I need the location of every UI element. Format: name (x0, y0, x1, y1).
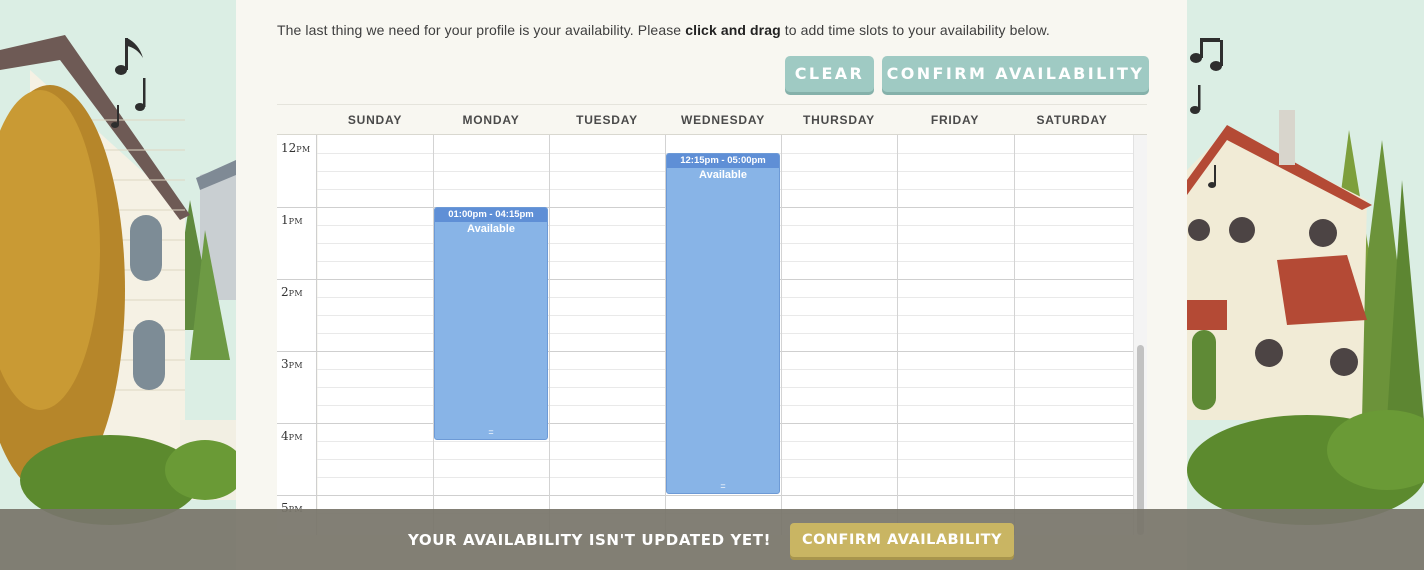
unsaved-changes-bar: YOUR AVAILABILITY ISN'T UPDATED YET! CON… (0, 509, 1424, 570)
day-divider (781, 135, 782, 535)
availability-event-monday[interactable]: 01:00pm - 04:15pm Available = (434, 207, 548, 440)
hour-number: 1 (281, 213, 289, 227)
event-time-range: 12:15pm - 05:00pm (667, 154, 779, 168)
event-time-range: 01:00pm - 04:15pm (435, 208, 547, 222)
hour-label-4pm: 4PM (281, 429, 303, 443)
left-scenery-illustration (0, 0, 236, 570)
intro-text-start: The last thing we need for your profile … (277, 22, 686, 38)
hour-label-2pm: 2PM (281, 285, 303, 299)
calendar-header: SUNDAY MONDAY TUESDAY WEDNESDAY THURSDAY… (277, 104, 1147, 134)
hour-number: 12 (281, 141, 297, 155)
bottom-confirm-availability-button[interactable]: CONFIRM AVAILABILITY (790, 523, 1014, 557)
time-divider (277, 279, 317, 280)
clear-button[interactable]: CLEAR (785, 56, 874, 92)
hour-number: 2 (281, 285, 289, 299)
intro-text-end: to add time slots to your availability b… (780, 22, 1050, 38)
hour-suffix: PM (288, 433, 303, 442)
resize-handle[interactable]: = (667, 482, 779, 491)
hour-line (317, 495, 1133, 496)
hour-suffix: PM (288, 289, 303, 298)
unsaved-changes-message: YOUR AVAILABILITY ISN'T UPDATED YET! (408, 531, 772, 549)
day-header-wednesday: WEDNESDAY (680, 113, 766, 127)
day-header-sunday: SUNDAY (347, 113, 403, 127)
intro-text: The last thing we need for your profile … (277, 22, 1050, 38)
hour-label-1pm: 1PM (281, 213, 303, 227)
hour-label-12pm: 12PM (281, 141, 310, 155)
hour-suffix: PM (296, 145, 311, 154)
availability-panel: The last thing we need for your profile … (236, 0, 1187, 570)
day-header-monday: MONDAY (462, 113, 520, 127)
event-title: Available (699, 169, 747, 181)
event-title: Available (467, 223, 515, 235)
day-divider (897, 135, 898, 535)
hour-suffix: PM (288, 217, 303, 226)
time-divider (277, 423, 317, 424)
hour-number: 3 (281, 357, 289, 371)
day-divider (1014, 135, 1015, 535)
availability-event-wednesday[interactable]: 12:15pm - 05:00pm Available = (666, 153, 780, 494)
right-scenery-illustration (1187, 0, 1424, 570)
time-divider (277, 495, 317, 496)
calendar-grid: 12PM 1PM 2PM 3PM 4PM 5PM (277, 134, 1147, 535)
intro-text-bold: click and drag (685, 22, 781, 38)
day-header-thursday: THURSDAY (803, 113, 875, 127)
day-header-tuesday: TUESDAY (576, 113, 638, 127)
day-header-friday: FRIDAY (930, 113, 980, 127)
time-divider (277, 351, 317, 352)
hour-number: 4 (281, 429, 289, 443)
hour-suffix: PM (288, 361, 303, 370)
day-divider (549, 135, 550, 535)
calendar-scrollbar[interactable] (1133, 135, 1147, 535)
weekly-calendar[interactable]: SUNDAY MONDAY TUESDAY WEDNESDAY THURSDAY… (277, 104, 1147, 535)
time-divider (277, 207, 317, 208)
hour-label-3pm: 3PM (281, 357, 303, 371)
confirm-availability-button[interactable]: CONFIRM AVAILABILITY (882, 56, 1149, 92)
day-header-saturday: SATURDAY (1036, 113, 1108, 127)
time-column: 12PM 1PM 2PM 3PM 4PM 5PM (277, 135, 317, 535)
resize-handle[interactable]: = (435, 428, 547, 437)
scrollbar-thumb[interactable] (1137, 345, 1144, 535)
